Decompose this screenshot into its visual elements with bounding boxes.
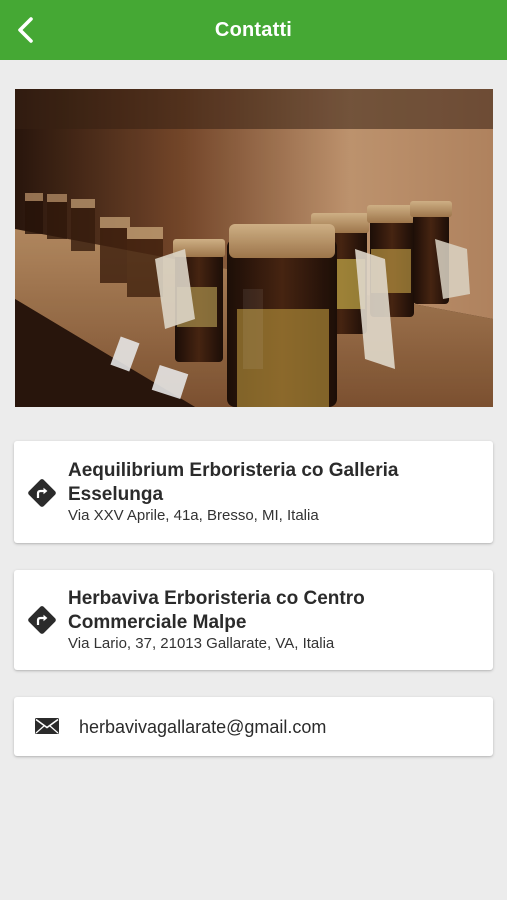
contact-name: Aequilibrium Erboristeria co Galleria Es… (68, 460, 399, 505)
email-card[interactable]: herbavivagallarate@gmail.com (14, 697, 493, 756)
hero-image (15, 89, 493, 407)
contact-card-1[interactable]: Aequilibrium Erboristeria co Galleria Es… (14, 441, 493, 543)
back-button[interactable] (8, 12, 44, 48)
envelope-icon (33, 712, 61, 740)
top-bar: Contatti (0, 0, 507, 60)
chevron-left-icon (18, 17, 33, 43)
contact-name: Herbaviva Erboristeria co Centro Commerc… (68, 588, 365, 633)
email-address: herbavivagallarate@gmail.com (79, 717, 327, 737)
directions-icon (27, 478, 57, 508)
contact-address: Via XXV Aprile, 41a, Bresso, MI, Italia (68, 507, 319, 524)
contact-card-2[interactable]: Herbaviva Erboristeria co Centro Commerc… (14, 570, 493, 670)
contact-address: Via Lario, 37, 21013 Gallarate, VA, Ital… (68, 635, 335, 652)
page-title: Contatti (214, 18, 293, 41)
directions-icon (27, 605, 57, 635)
